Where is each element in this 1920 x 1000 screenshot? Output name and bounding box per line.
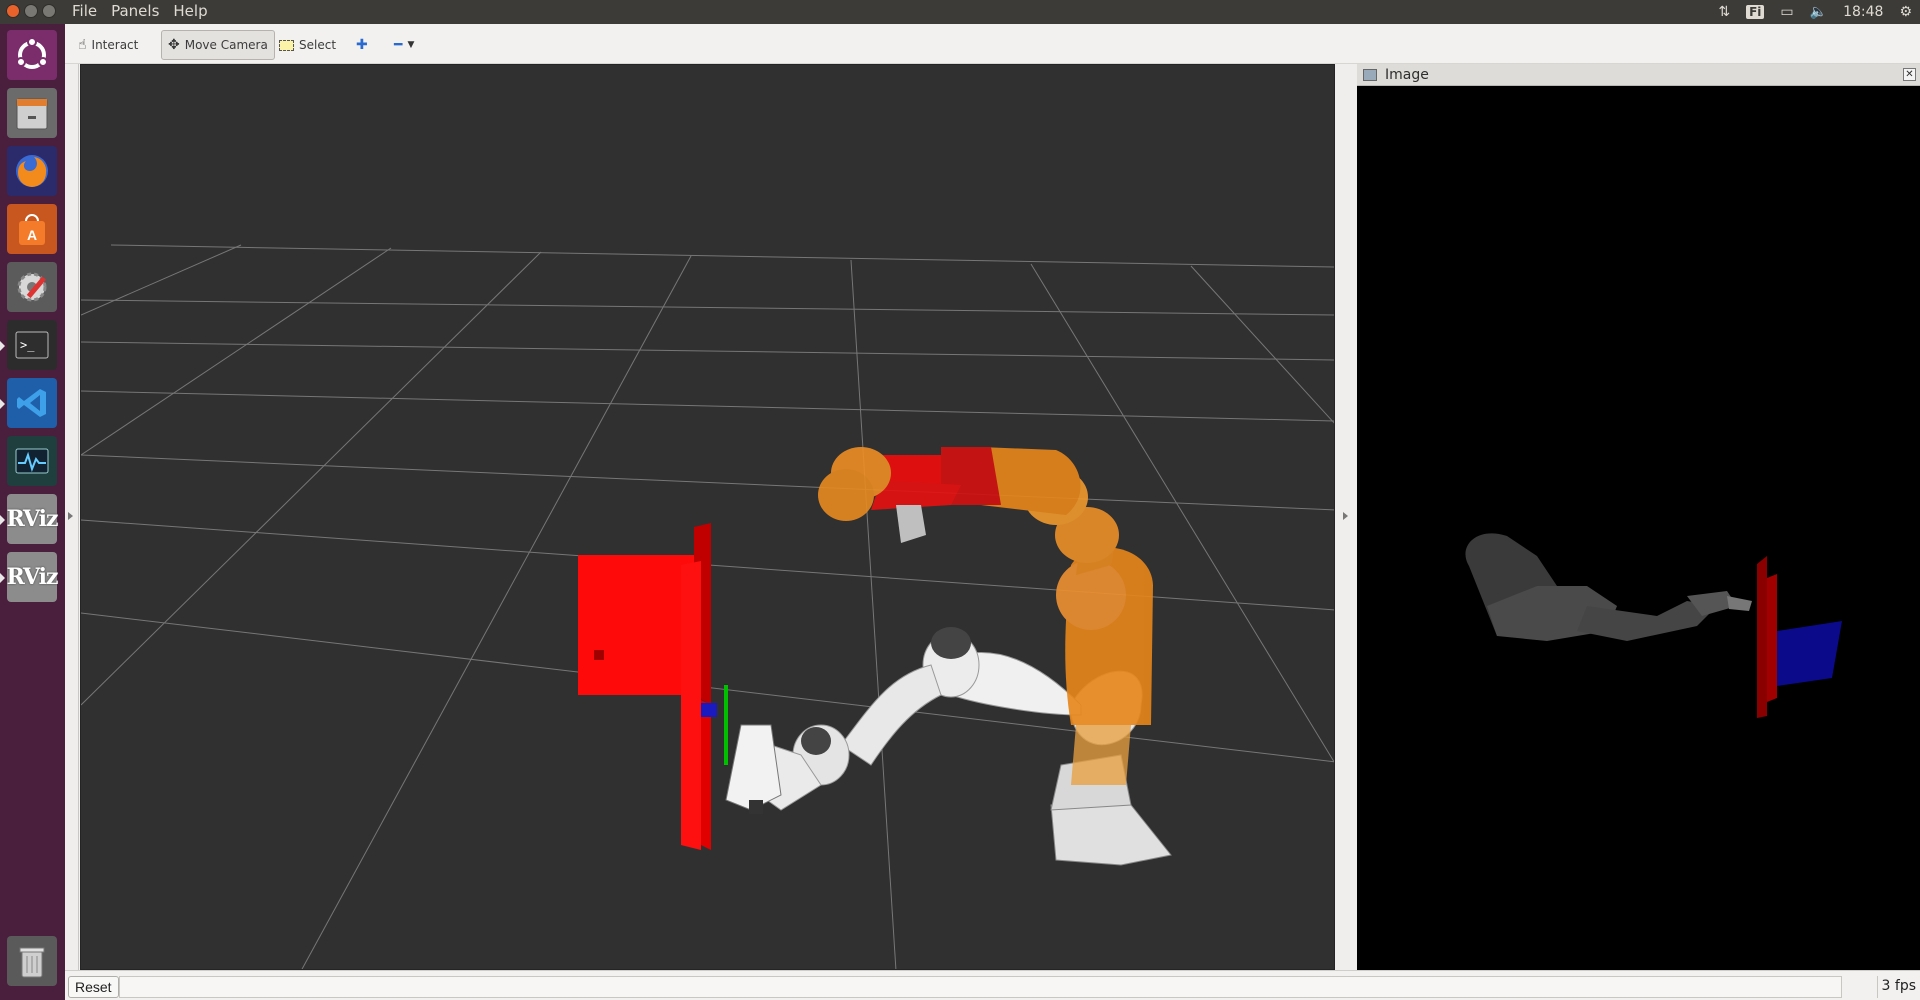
launcher-vscode[interactable]: [7, 378, 57, 428]
rviz-window: ☝ Interact ✥ Move Camera Select ✚ ━ ▼ Im…: [65, 24, 1920, 1000]
close-panel-icon[interactable]: ✕: [1903, 68, 1916, 81]
launcher-ubuntu-dash[interactable]: [7, 30, 57, 80]
system-monitor-icon: [15, 448, 49, 474]
svg-text:>_: >_: [20, 338, 35, 352]
image-panel-titlebar[interactable]: Image ✕: [1357, 64, 1920, 86]
rviz-toolbar: ☝ Interact ✥ Move Camera Select ✚ ━ ▼: [65, 24, 1920, 64]
hand-pointer-icon: ☝: [78, 37, 87, 53]
menu-help[interactable]: Help: [173, 2, 207, 20]
launcher-trash[interactable]: [7, 936, 57, 986]
running-indicator: [0, 399, 5, 409]
launcher-rviz-1[interactable]: RViz: [6, 494, 59, 544]
3d-scene[interactable]: [81, 65, 1335, 970]
window-controls: [6, 4, 56, 18]
launcher-rviz-2[interactable]: RViz: [6, 552, 59, 602]
add-tool-button[interactable]: ✚: [349, 30, 375, 60]
system-indicators: ⇅ Fi ▭ 🔈 18:48 ⚙: [1718, 0, 1912, 24]
reset-button[interactable]: Reset: [68, 976, 119, 998]
trash-icon: [19, 947, 45, 978]
image-panel-title: Image: [1385, 66, 1429, 83]
menu-file[interactable]: File: [72, 2, 97, 20]
blue-target-box: [701, 703, 717, 717]
unity-launcher: A >_ RViz RViz: [0, 24, 65, 1000]
launcher-system-monitor[interactable]: [7, 436, 57, 486]
dock-splitter[interactable]: [1335, 64, 1357, 970]
plus-icon: ✚: [356, 37, 368, 53]
image-panel: Image ✕: [1357, 64, 1920, 970]
top-panel: File Panels Help ⇅ Fi ▭ 🔈 18:48 ⚙: [0, 0, 1920, 24]
minimize-window-button[interactable]: [24, 4, 38, 18]
move-camera-tool-label: Move Camera: [184, 38, 268, 52]
camera-shelf-silhouette: [1757, 556, 1767, 718]
battery-icon[interactable]: ▭: [1780, 4, 1793, 20]
file-cabinet-icon: [16, 98, 48, 130]
shopping-bag-icon: A: [19, 214, 45, 245]
image-panel-icon: [1363, 68, 1377, 81]
maximize-window-button[interactable]: [42, 4, 56, 18]
status-bar: Reset 3 fps: [65, 970, 1920, 1000]
minus-icon: ━: [394, 37, 403, 53]
expand-arrow-icon: [68, 512, 73, 520]
dropdown-arrow-icon: ▼: [407, 40, 415, 50]
camera-image-view: [1357, 86, 1920, 970]
selection-rect-icon: [279, 39, 294, 51]
camera-shelf-side: [1767, 574, 1777, 702]
launcher-system-settings[interactable]: [7, 262, 57, 312]
remove-tool-button[interactable]: ━ ▼: [387, 30, 421, 60]
select-tool-label: Select: [299, 38, 337, 52]
rviz-icon: RViz: [6, 564, 58, 590]
ubuntu-logo-icon: [16, 37, 48, 69]
move-camera-tool[interactable]: ✥ Move Camera: [161, 30, 275, 60]
settings-wrench-icon: [17, 272, 47, 302]
launcher-terminal[interactable]: >_: [7, 320, 57, 370]
fps-readout: 3 fps: [1876, 976, 1920, 998]
collapse-arrow-icon: [1343, 512, 1348, 520]
interact-tool-label: Interact: [91, 38, 139, 52]
select-tool[interactable]: Select: [272, 30, 343, 60]
status-message-field: [119, 976, 1842, 998]
move-arrows-icon: ✥: [168, 37, 180, 53]
menubar: File Panels Help: [72, 2, 208, 20]
terminal-icon: >_: [15, 331, 49, 359]
volume-icon[interactable]: 🔈: [1810, 4, 1827, 20]
vscode-icon: [17, 389, 46, 417]
keyboard-layout-indicator[interactable]: Fi: [1746, 5, 1765, 19]
3d-render-viewport[interactable]: [80, 64, 1335, 970]
interact-tool[interactable]: ☝ Interact: [71, 30, 145, 60]
camera-blue-box: [1777, 621, 1842, 686]
launcher-firefox[interactable]: [7, 146, 57, 196]
running-indicator: [0, 515, 5, 525]
rviz-icon: RViz: [6, 506, 58, 532]
svg-text:A: A: [27, 227, 37, 243]
running-indicator: [0, 341, 5, 351]
firefox-icon: [16, 155, 48, 187]
menu-panels[interactable]: Panels: [111, 2, 159, 20]
settings-gear-icon[interactable]: ⚙: [1899, 4, 1912, 20]
clock[interactable]: 18:48: [1843, 4, 1883, 20]
running-indicator: [0, 573, 5, 583]
left-dock-collapse-handle[interactable]: [65, 64, 79, 970]
launcher-files[interactable]: [7, 88, 57, 138]
launcher-software-center[interactable]: A: [7, 204, 57, 254]
close-window-button[interactable]: [6, 4, 20, 18]
network-icon[interactable]: ⇅: [1718, 4, 1730, 20]
